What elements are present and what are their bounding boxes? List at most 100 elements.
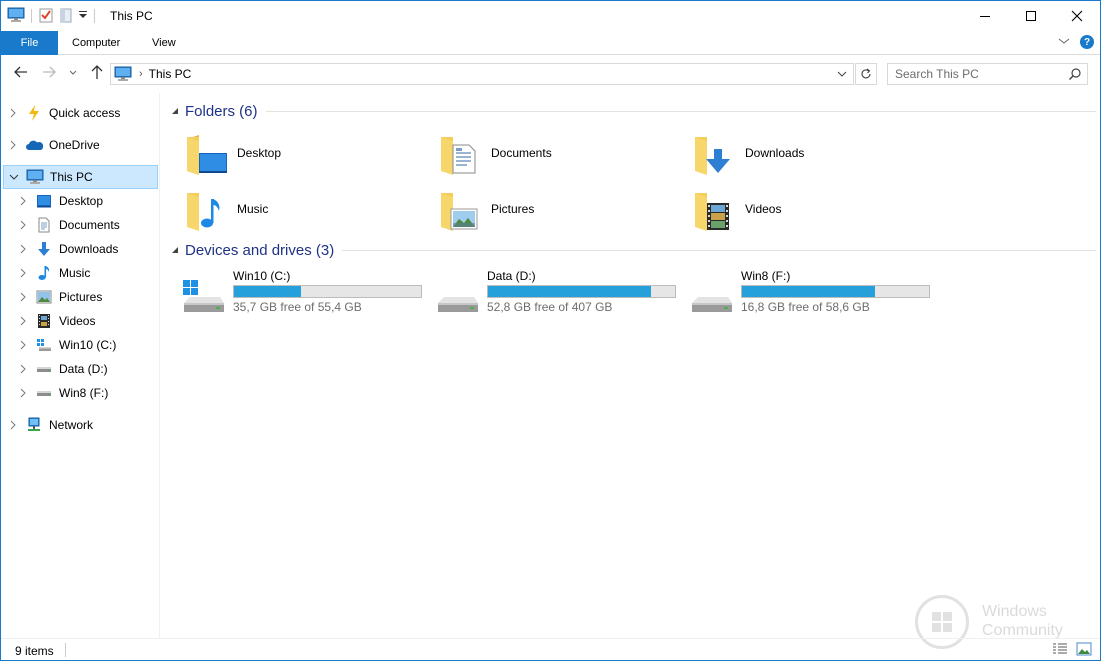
breadcrumb-separator[interactable]: › — [139, 68, 143, 80]
drive-icon — [690, 277, 734, 317]
chevron-right-icon[interactable] — [7, 140, 19, 150]
up-arrow-icon — [91, 65, 103, 79]
folders-group-header[interactable]: Folders (6) — [171, 101, 1096, 121]
forward-arrow-icon — [43, 66, 56, 78]
windows-drive-icon — [182, 277, 226, 317]
navigation-pane: Quick access OneDrive This PC Desktop Do… — [1, 93, 160, 638]
chevron-right-icon[interactable] — [17, 196, 29, 206]
chevron-right-icon[interactable] — [17, 268, 29, 278]
back-button[interactable] — [12, 63, 30, 81]
chevron-right-icon[interactable] — [17, 244, 29, 254]
large-icons-view-button[interactable] — [1076, 642, 1092, 659]
tab-view[interactable]: View — [152, 31, 176, 55]
status-separator — [65, 643, 66, 657]
breadcrumb-this-pc[interactable]: This PC — [149, 67, 192, 81]
chevron-down-icon — [1058, 38, 1070, 44]
pictures-icon — [35, 288, 53, 306]
drive-icon — [35, 360, 53, 378]
new-folder-icon[interactable] — [58, 7, 74, 26]
sidebar-item-label: Videos — [59, 314, 96, 328]
navigation-row: › This PC — [1, 55, 1100, 93]
qat-separator-2 — [94, 9, 95, 23]
refresh-icon — [861, 68, 871, 79]
chevron-right-icon[interactable] — [17, 316, 29, 326]
this-pc-icon[interactable] — [7, 7, 25, 26]
folders-group-title: Folders (6) — [185, 102, 258, 120]
search-box[interactable] — [887, 63, 1088, 85]
collapse-triangle-icon[interactable] — [171, 246, 179, 254]
quick-access-toolbar — [7, 7, 97, 25]
chevron-right-icon[interactable] — [17, 388, 29, 398]
sidebar-item-onedrive[interactable]: OneDrive — [3, 133, 158, 157]
sidebar-item-videos[interactable]: Videos — [3, 309, 158, 333]
watermark-line1: Windows — [982, 603, 1047, 620]
sidebar-item-data-d[interactable]: Data (D:) — [3, 357, 158, 381]
folder-music[interactable]: Music — [185, 185, 425, 233]
chevron-right-icon[interactable] — [17, 292, 29, 302]
sidebar-item-network[interactable]: Network — [3, 413, 158, 437]
close-icon — [1071, 10, 1083, 22]
content-area: Folders (6) Desktop Documents Downloads — [161, 93, 1100, 638]
minimize-icon — [980, 16, 990, 17]
customize-qat-icon[interactable] — [78, 9, 88, 24]
drives-group-header[interactable]: Devices and drives (3) — [171, 240, 1096, 260]
search-input[interactable] — [895, 67, 1055, 81]
drive-win10-c[interactable]: Win10 (C:) 35,7 GB free of 55,4 GB — [182, 269, 432, 325]
sidebar-item-label: OneDrive — [49, 138, 100, 152]
this-pc-icon — [114, 66, 132, 82]
drive-win8-f[interactable]: Win8 (F:) 16,8 GB free of 58,6 GB — [690, 269, 940, 325]
sidebar-item-pictures[interactable]: Pictures — [3, 285, 158, 309]
chevron-right-icon[interactable] — [17, 340, 29, 350]
sidebar-item-label: Quick access — [49, 106, 121, 120]
drives-group-title: Devices and drives (3) — [185, 241, 335, 259]
sidebar-item-win8-f[interactable]: Win8 (F:) — [3, 381, 158, 405]
address-bar[interactable]: › This PC — [110, 63, 854, 85]
folder-label: Documents — [491, 146, 552, 160]
sidebar-item-label: Downloads — [59, 242, 119, 256]
sidebar-item-label: Desktop — [59, 194, 104, 208]
sidebar-item-downloads[interactable]: Downloads — [3, 237, 158, 261]
maximize-button[interactable] — [1008, 1, 1054, 31]
drive-usage-fill — [742, 286, 876, 297]
sidebar-item-documents[interactable]: Documents — [3, 213, 158, 237]
help-button[interactable]: ? — [1080, 35, 1094, 49]
sidebar-item-win10-c[interactable]: Win10 (C:) — [3, 333, 158, 357]
collapse-triangle-icon[interactable] — [171, 107, 179, 115]
folder-downloads[interactable]: Downloads — [693, 129, 933, 177]
onedrive-icon — [25, 136, 43, 154]
chevron-right-icon[interactable] — [7, 420, 19, 430]
ribbon-tabs: File Computer View ? — [1, 31, 1100, 55]
sidebar-item-desktop[interactable]: Desktop — [3, 189, 158, 213]
folder-videos[interactable]: Videos — [693, 185, 933, 233]
chevron-right-icon[interactable] — [17, 220, 29, 230]
tab-computer[interactable]: Computer — [72, 31, 120, 55]
sidebar-item-music[interactable]: Music — [3, 261, 158, 285]
refresh-button[interactable] — [855, 63, 877, 85]
folder-desktop[interactable]: Desktop — [185, 129, 425, 177]
forward-button[interactable] — [40, 63, 58, 81]
folder-documents[interactable]: Documents — [439, 129, 679, 177]
chevron-right-icon[interactable] — [7, 108, 19, 118]
address-dropdown-button[interactable] — [837, 68, 847, 82]
windows-drive-icon — [35, 336, 53, 354]
drive-data-d[interactable]: Data (D:) 52,8 GB free of 407 GB — [436, 269, 686, 325]
drive-usage-bar — [741, 285, 930, 298]
chevron-down-icon[interactable] — [8, 173, 20, 181]
properties-icon[interactable] — [38, 7, 54, 26]
expand-ribbon-button[interactable] — [1058, 35, 1070, 49]
sidebar-item-this-pc[interactable]: This PC — [3, 165, 158, 189]
details-view-button[interactable] — [1052, 642, 1068, 659]
search-icon[interactable] — [1068, 67, 1082, 84]
up-button[interactable] — [88, 63, 106, 81]
chevron-right-icon[interactable] — [17, 364, 29, 374]
minimize-button[interactable] — [962, 1, 1008, 31]
folder-label: Videos — [745, 202, 782, 216]
sidebar-item-label: Win8 (F:) — [59, 386, 109, 400]
close-button[interactable] — [1054, 1, 1100, 31]
sidebar-item-quick-access[interactable]: Quick access — [3, 101, 158, 125]
tab-file[interactable]: File — [1, 31, 58, 55]
maximize-icon — [1026, 11, 1036, 21]
recent-locations-button[interactable] — [64, 63, 82, 81]
videos-icon — [35, 312, 53, 330]
folder-pictures[interactable]: Pictures — [439, 185, 679, 233]
